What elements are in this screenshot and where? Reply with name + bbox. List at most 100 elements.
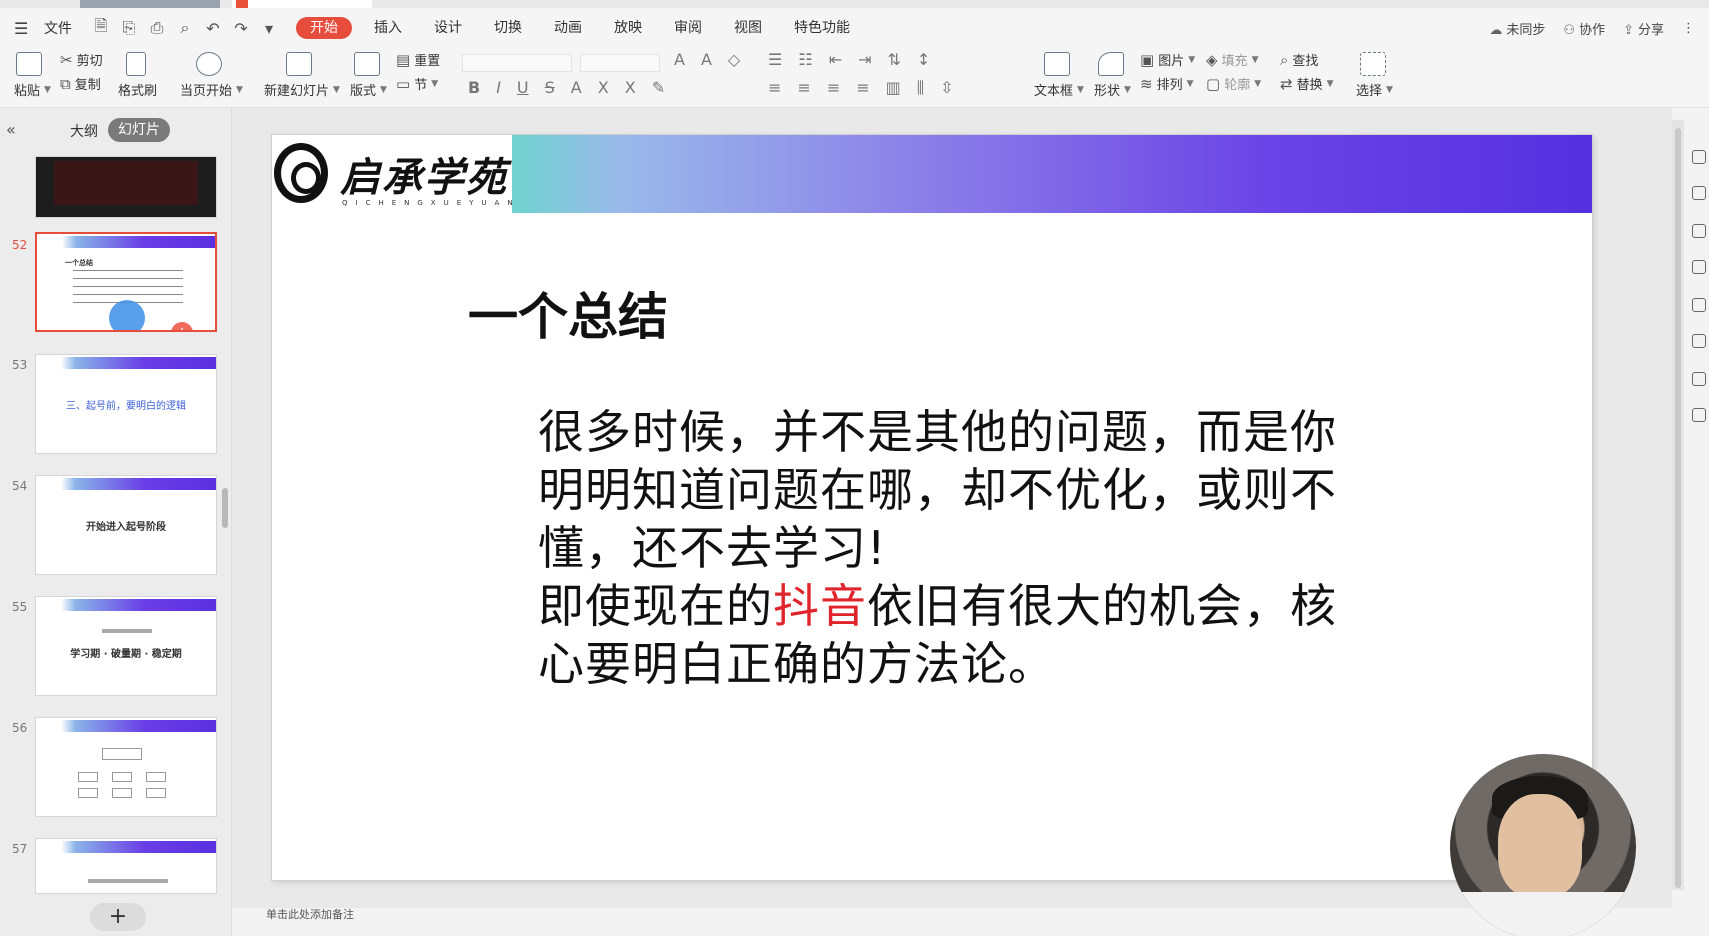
highlight-icon[interactable]: ✎ — [652, 78, 665, 97]
cut-button[interactable]: ✂ 剪切 — [60, 50, 103, 70]
slides-tab[interactable]: 幻灯片 — [108, 118, 170, 142]
text-direction-icon[interactable]: ⇅ — [888, 50, 901, 69]
slide-thumbnail[interactable] — [35, 156, 217, 218]
copy-button[interactable]: ⧉ 复制 — [60, 74, 101, 94]
paste-button[interactable]: 粘贴 ▼ — [14, 80, 51, 99]
collab-button[interactable]: ⚇ 协作 — [1563, 19, 1605, 38]
bullets-icon[interactable]: ☰ — [768, 50, 782, 69]
tool-icon[interactable] — [1692, 334, 1706, 348]
clear-format-icon[interactable]: ◇ — [728, 50, 740, 69]
picture-button[interactable]: ▣ 图片 ▼ — [1140, 50, 1195, 70]
tool-icon[interactable] — [1692, 150, 1706, 164]
current-slide[interactable]: 启承学苑 QICHENGXUEYUAN 一个总结 很多时候，并不是其他的问题，而… — [272, 135, 1592, 880]
more-icon[interactable]: ⋮ — [1682, 21, 1695, 36]
slide-title[interactable]: 一个总结 — [468, 277, 668, 349]
new-slide-icon[interactable] — [286, 52, 312, 76]
tab-design[interactable]: 设计 — [418, 17, 478, 39]
file-menu[interactable]: 文件 — [44, 18, 72, 38]
slide-thumbnail[interactable]: 三、起号前，要明白的逻辑 — [35, 354, 217, 454]
add-slide-button[interactable]: + — [90, 903, 146, 931]
scrollbar-thumb[interactable] — [1675, 128, 1681, 888]
underline-icon[interactable]: U — [517, 78, 529, 97]
from-current-button[interactable]: 当页开始 ▼ — [180, 80, 243, 99]
superscript-icon[interactable]: X — [598, 78, 609, 97]
indent-increase-icon[interactable]: ⇥ — [858, 50, 871, 69]
distribute-icon[interactable]: ▥ — [886, 78, 901, 98]
font-size-select[interactable] — [580, 54, 660, 72]
tab-transition[interactable]: 切换 — [478, 17, 538, 39]
slide-thumbnail[interactable]: 开始进入起号阶段 — [35, 475, 217, 575]
find-button[interactable]: ⌕ 查找 — [1280, 50, 1318, 70]
font-family-select[interactable] — [462, 54, 572, 72]
print-icon[interactable]: ⎙ — [148, 18, 166, 38]
slide-thumbnail[interactable] — [35, 838, 217, 894]
paste-icon[interactable] — [16, 52, 42, 76]
share-button[interactable]: ⇪ 分享 — [1623, 19, 1664, 38]
tool-icon[interactable] — [1692, 298, 1706, 312]
tab-special-features[interactable]: 特色功能 — [778, 17, 866, 39]
export-icon[interactable]: ⎘ — [120, 18, 138, 38]
tab-view[interactable]: 视图 — [718, 17, 778, 39]
numbering-icon[interactable]: ☷ — [798, 50, 812, 69]
undo-icon[interactable]: ↶ — [204, 19, 222, 38]
align-left-icon[interactable]: ≡ — [768, 78, 781, 98]
save-icon[interactable]: 🗎 — [92, 15, 110, 42]
section-button[interactable]: ▭ 节 ▼ — [396, 74, 438, 94]
font-color-icon[interactable]: A — [571, 78, 582, 97]
panel-scrollbar[interactable] — [222, 488, 228, 528]
tool-icon[interactable] — [1692, 260, 1706, 274]
customize-icon[interactable]: ▾ — [260, 19, 278, 38]
subscript-icon[interactable]: X — [625, 78, 636, 97]
textbox-button[interactable]: 文本框 ▼ — [1034, 80, 1084, 99]
slide-body-text[interactable]: 很多时候，并不是其他的问题，而是你明明知道问题在哪，却不优化，或则不懂，还不去学… — [538, 403, 1338, 693]
menu-icon[interactable]: ☰ — [14, 19, 34, 38]
tool-icon[interactable] — [1692, 372, 1706, 386]
slide-thumbnail[interactable] — [35, 717, 217, 817]
shapes-icon[interactable] — [1098, 52, 1124, 76]
collapse-icon[interactable]: « — [6, 120, 16, 139]
slide-thumbnail-selected[interactable]: 一个总结 + — [35, 232, 217, 332]
select-icon[interactable] — [1360, 52, 1386, 76]
notes-placeholder[interactable]: 单击此处添加备注 — [266, 906, 354, 922]
tab-insert[interactable]: 插入 — [358, 17, 418, 39]
shape-button[interactable]: 形状 ▼ — [1094, 80, 1131, 99]
tool-icon[interactable] — [1692, 224, 1706, 238]
tab-animation[interactable]: 动画 — [538, 17, 598, 39]
outline-tab[interactable]: 大纲 — [70, 121, 98, 141]
canvas-scrollbar[interactable] — [1672, 120, 1684, 890]
arrange-button[interactable]: ≋ 排列 ▼ — [1140, 74, 1194, 94]
new-slide-button[interactable]: 新建幻灯片 ▼ — [264, 80, 340, 99]
columns-icon[interactable]: ⫼ — [917, 78, 924, 98]
add-slide-icon[interactable]: + — [171, 322, 193, 330]
align-center-icon[interactable]: ≡ — [797, 78, 810, 98]
sync-button[interactable]: ☁ 未同步 — [1489, 19, 1545, 38]
reset-button[interactable]: ▤ 重置 — [396, 50, 440, 70]
format-painter-icon[interactable] — [126, 52, 146, 76]
indent-decrease-icon[interactable]: ⇤ — [829, 50, 842, 69]
select-button[interactable]: 选择 ▼ — [1356, 80, 1393, 99]
line-spacing-icon[interactable]: ↕ — [917, 50, 930, 69]
decrease-font-icon[interactable]: A — [701, 50, 712, 69]
window-tab[interactable] — [80, 0, 220, 8]
tab-review[interactable]: 审阅 — [658, 17, 718, 39]
tool-icon[interactable] — [1692, 408, 1706, 422]
layout-icon[interactable] — [354, 52, 380, 76]
tab-home[interactable]: 开始 — [296, 17, 352, 39]
tool-icon[interactable] — [1692, 186, 1706, 200]
paragraph-icon[interactable]: ⇳ — [940, 78, 953, 98]
replace-button[interactable]: ⇄ 替换 ▼ — [1280, 74, 1334, 94]
outline-button[interactable]: ▢ 轮廓 ▼ — [1206, 74, 1261, 94]
textbox-icon[interactable] — [1044, 52, 1070, 76]
play-icon[interactable] — [196, 52, 222, 76]
redo-icon[interactable]: ↷ — [232, 19, 250, 38]
slide-thumbnail[interactable]: 学习期 · 破量期 · 稳定期 — [35, 596, 217, 696]
preview-icon[interactable]: ⌕ — [176, 18, 194, 38]
bold-icon[interactable]: B — [468, 78, 480, 97]
format-painter-button[interactable]: 格式刷 — [118, 80, 157, 99]
strikethrough-icon[interactable]: S — [545, 78, 555, 97]
align-right-icon[interactable]: ≡ — [827, 78, 840, 98]
increase-font-icon[interactable]: A — [674, 50, 685, 69]
layout-button[interactable]: 版式 ▼ — [350, 80, 387, 99]
fill-button[interactable]: ◈ 填充 ▼ — [1206, 50, 1258, 70]
tab-slideshow[interactable]: 放映 — [598, 17, 658, 39]
